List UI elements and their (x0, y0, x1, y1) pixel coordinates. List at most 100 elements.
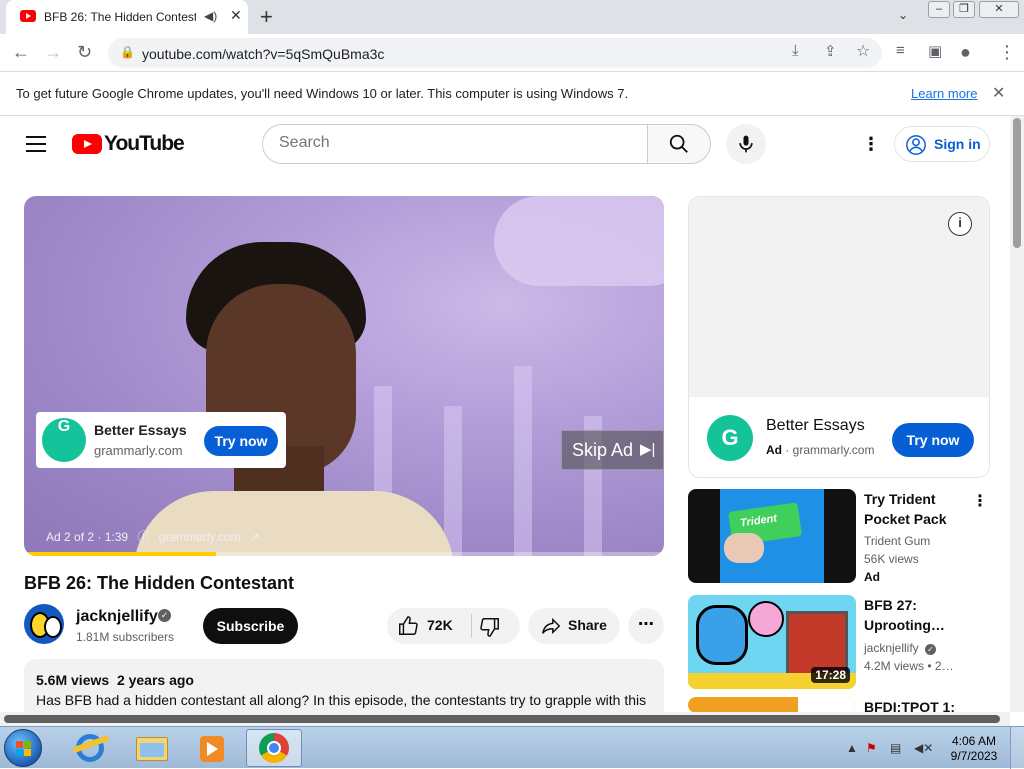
vertical-scroll-thumb[interactable] (1013, 118, 1021, 248)
ad-info-icon[interactable]: ⓘ (137, 530, 149, 544)
close-tab-icon[interactable]: ✕ (230, 7, 242, 24)
dislike-thumb-icon[interactable] (479, 616, 501, 638)
clock-time: 4:06 AM (951, 734, 997, 748)
subscribe-button[interactable]: Subscribe (203, 608, 298, 644)
skip-ad-button[interactable]: Skip Ad ▶| (561, 430, 664, 470)
media-player-taskbar-icon[interactable] (184, 729, 240, 767)
audio-playing-icon[interactable]: ◀) (204, 9, 217, 23)
browser-toolbar: ← → ↻ 🔒 youtube.com/watch?v=5qSmQuBma3c … (0, 34, 1024, 72)
sidebar-view-count: 4.2M views (864, 659, 925, 673)
settings-more-icon[interactable]: ⋮ (862, 134, 880, 155)
restore-window-button[interactable]: ❐ (953, 1, 975, 18)
youtube-wordmark[interactable]: YouTube (104, 132, 185, 156)
show-hidden-icons-icon[interactable]: ▲ (846, 741, 858, 755)
sign-in-button[interactable]: Sign in (894, 126, 990, 162)
sidebar-upload-age: 2… (934, 659, 954, 673)
sidebar-ad[interactable]: i Better Essays Ad · grammarly.com Try n… (688, 196, 990, 478)
like-count[interactable]: 72K (427, 617, 453, 633)
upload-age: 2 years ago (116, 672, 194, 688)
sidebar-item-title[interactable]: BFDI:TPOT 1: (864, 697, 974, 713)
search-box[interactable] (262, 124, 648, 164)
chrome-taskbar-icon[interactable] (246, 729, 302, 767)
sidebar-item-views: 4.2M views • 2… (864, 659, 954, 673)
description-box[interactable]: 5.6M views 2 years ago Has BFB had a hid… (24, 659, 664, 713)
sidebar-item-channel[interactable]: jacknjellify ✓ (864, 641, 937, 655)
back-arrow-icon[interactable]: ← (12, 42, 30, 63)
search-button[interactable] (647, 124, 711, 164)
url-text[interactable]: youtube.com/watch?v=5qSmQuBma3c (142, 46, 384, 62)
youtube-logo-icon[interactable] (72, 134, 102, 154)
learn-more-link[interactable]: Learn more (911, 86, 977, 101)
minimize-window-button[interactable]: ‒ (928, 1, 950, 18)
windows-logo-icon (16, 741, 32, 757)
search-input[interactable] (279, 134, 629, 152)
sidebar-try-now-button[interactable]: Try now (892, 423, 974, 457)
channel-name[interactable]: jacknjellify (76, 608, 158, 626)
item-more-icon[interactable]: ⋮ (972, 491, 988, 511)
action-center-icon[interactable]: ⚑ (866, 741, 877, 755)
forward-arrow-icon[interactable]: → (44, 42, 62, 63)
show-desktop-button[interactable] (1010, 727, 1024, 769)
person-shirt (134, 491, 454, 556)
ad-domain: grammarly.com (94, 443, 183, 458)
video-player[interactable]: Better Essays grammarly.com Try now Skip… (24, 196, 664, 556)
chrome-menu-icon[interactable]: ⋮ (998, 42, 1016, 63)
guide-menu-icon[interactable] (26, 136, 46, 152)
sidebar-item-title[interactable]: BFB 27: Uprooting… (864, 595, 974, 635)
tab-search-chevron-icon[interactable]: ⌄ (898, 8, 908, 22)
share-page-icon[interactable]: ⇪ (824, 42, 837, 60)
side-panel-icon[interactable]: ▣ (928, 42, 942, 60)
start-button[interactable] (4, 729, 42, 767)
install-app-icon[interactable]: ⤓ (792, 42, 799, 59)
video-thumbnail[interactable]: 17:28 (688, 595, 856, 689)
internet-explorer-taskbar-icon[interactable] (62, 729, 118, 767)
sidebar-ad-details[interactable]: Better Essays Ad · grammarly.com Try now (689, 397, 989, 477)
youtube-favicon-icon (20, 10, 36, 22)
profile-avatar-icon[interactable]: ● (960, 42, 971, 63)
sidebar-ad-media[interactable]: i (689, 197, 989, 397)
ad-overlay-card[interactable]: Better Essays grammarly.com Try now (36, 412, 286, 468)
share-button[interactable]: Share (528, 608, 620, 644)
horizontal-scrollbar[interactable] (0, 712, 1010, 726)
media-controls-icon[interactable]: ≡ (896, 42, 905, 59)
ad-domain-link[interactable]: grammarly.com (159, 530, 241, 544)
close-info-bar-icon[interactable]: ✕ (992, 83, 1005, 103)
video-thumbnail[interactable]: Trident (688, 489, 856, 583)
external-link-icon[interactable]: ↗ (250, 530, 260, 544)
sidebar-item[interactable]: 17:28 BFB 27: Uprooting… jacknjellify ✓ … (688, 595, 990, 691)
close-window-button[interactable]: ✕ (979, 1, 1019, 18)
channel-avatar[interactable] (24, 604, 64, 644)
network-icon[interactable]: ▤ (890, 741, 901, 755)
sidebar-item[interactable]: BFDI:TPOT 1: (688, 697, 990, 713)
address-bar[interactable]: 🔒 youtube.com/watch?v=5qSmQuBma3c ⤓ ⇪ ☆ (108, 38, 882, 68)
sidebar-ad-meta: Ad · grammarly.com (766, 443, 875, 457)
clock-date: 9/7/2023 (950, 749, 998, 763)
background-cloud (494, 196, 664, 286)
reload-icon[interactable]: ↻ (77, 42, 92, 63)
video-thumbnail[interactable] (688, 697, 856, 713)
tab-title: BFB 26: The Hidden Contestant (44, 10, 196, 24)
more-actions-button[interactable]: ⋯ (628, 608, 664, 644)
skip-ad-label: Skip Ad (572, 440, 634, 460)
ad-brand: Better Essays (94, 422, 187, 438)
file-explorer-taskbar-icon[interactable] (124, 729, 180, 767)
system-clock[interactable]: 4:06 AM 9/7/2023 (948, 734, 1000, 764)
horizontal-scroll-thumb[interactable] (4, 715, 1000, 723)
info-bar-message: To get future Google Chrome updates, you… (16, 86, 629, 101)
like-thumb-icon[interactable] (397, 615, 419, 637)
lock-icon[interactable]: 🔒 (120, 45, 135, 59)
vertical-scrollbar[interactable] (1010, 116, 1024, 712)
try-now-button[interactable]: Try now (204, 426, 278, 456)
ad-progress-bar[interactable] (24, 552, 664, 556)
voice-search-button[interactable] (726, 124, 766, 164)
grammarly-logo-icon (707, 415, 753, 461)
browser-tab[interactable]: BFB 26: The Hidden Contestant ◀) ✕ (6, 0, 248, 34)
sidebar-item[interactable]: Trident Try Trident Pocket Pack Trident … (688, 489, 990, 585)
microphone-icon (739, 135, 753, 153)
ad-info-icon[interactable]: i (948, 212, 972, 236)
volume-icon[interactable]: ◀✕ (914, 741, 933, 755)
bookmark-star-icon[interactable]: ☆ (856, 41, 870, 61)
new-tab-button[interactable]: + (260, 4, 273, 30)
sidebar-item-channel[interactable]: Trident Gum (864, 534, 930, 548)
sidebar-item-title[interactable]: Try Trident Pocket Pack (864, 489, 974, 529)
